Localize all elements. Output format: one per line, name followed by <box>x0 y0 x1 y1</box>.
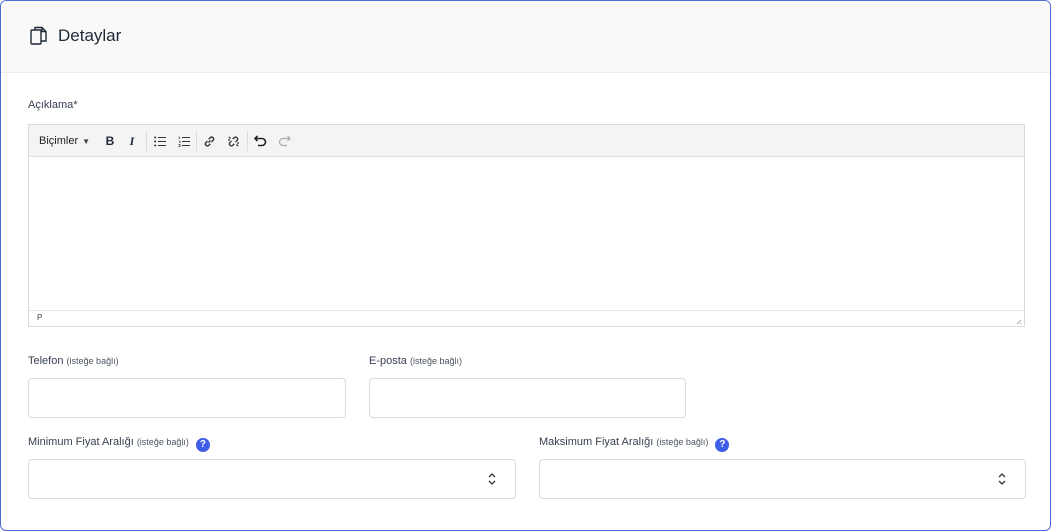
phone-label-text: Telefon <box>28 355 64 367</box>
formats-dropdown[interactable]: Biçimler ▼ <box>39 132 90 150</box>
optional-hint: (isteğe bağlı) <box>66 356 119 366</box>
italic-icon: I <box>129 133 135 148</box>
bullet-list-button[interactable] <box>153 132 167 150</box>
phone-field[interactable] <box>28 378 346 418</box>
optional-hint: (isteğe bağlı) <box>409 356 463 366</box>
optional-hint: (isteğe bağlı) <box>136 437 189 447</box>
copy-icon <box>30 26 48 46</box>
max-price-label-text: Maksimum Fiyat Aralığı <box>539 436 654 448</box>
resize-handle-icon[interactable] <box>1014 317 1022 325</box>
editor-statusbar: P <box>29 310 1024 326</box>
description-label: Açıklama* <box>28 99 78 111</box>
help-icon[interactable]: ? <box>195 438 210 452</box>
toolbar-separator <box>247 131 248 151</box>
min-price-stepper[interactable] <box>28 459 516 499</box>
undo-icon <box>253 135 266 147</box>
caret-down-icon: ▼ <box>82 136 91 146</box>
phone-label: Telefon (isteğe bağlı) <box>28 355 119 367</box>
element-path[interactable]: P <box>37 313 42 322</box>
email-field[interactable] <box>369 378 686 418</box>
page-title: Detaylar <box>58 26 122 45</box>
optional-hint: (isteğe bağlı) <box>656 437 709 447</box>
required-mark: * <box>73 99 78 111</box>
toolbar-separator <box>146 131 147 151</box>
bold-icon: B <box>105 134 115 148</box>
bold-button[interactable]: B <box>103 132 117 150</box>
numbered-list-button[interactable] <box>177 132 191 150</box>
undo-button[interactable] <box>253 132 267 150</box>
italic-button[interactable]: I <box>125 132 139 150</box>
description-label-text: Açıklama <box>28 99 74 111</box>
toolbar-separator <box>196 131 197 151</box>
link-icon <box>204 135 214 147</box>
details-card: Detaylar Açıklama* Biçimler ▼ B I P Tele… <box>0 0 1051 531</box>
numbered-list-icon <box>178 136 190 147</box>
description-editor[interactable]: Biçimler ▼ B I P <box>28 124 1025 327</box>
bullet-list-icon <box>154 136 166 146</box>
stepper-arrows-icon[interactable] <box>997 472 1007 486</box>
help-icon[interactable]: ? <box>715 438 730 452</box>
editor-toolbar: Biçimler ▼ B I <box>29 125 1024 157</box>
link-button[interactable] <box>202 132 216 150</box>
editor-content[interactable] <box>29 157 1024 311</box>
email-label: E-posta (isteğe bağlı) <box>369 355 462 367</box>
redo-button[interactable] <box>277 132 291 150</box>
min-price-label: Minimum Fiyat Aralığı (isteğe bağlı) ? <box>28 436 210 452</box>
min-price-label-text: Minimum Fiyat Aralığı <box>28 436 134 448</box>
formats-label: Biçimler <box>39 135 79 147</box>
unlink-button[interactable] <box>226 132 240 150</box>
card-header: Detaylar <box>1 1 1050 73</box>
email-label-text: E-posta <box>369 355 407 367</box>
unlink-icon <box>227 135 239 147</box>
max-price-label: Maksimum Fiyat Aralığı (isteğe bağlı) ? <box>539 436 730 452</box>
stepper-arrows-icon[interactable] <box>487 472 497 486</box>
redo-icon <box>278 135 291 147</box>
max-price-stepper[interactable] <box>539 459 1026 499</box>
